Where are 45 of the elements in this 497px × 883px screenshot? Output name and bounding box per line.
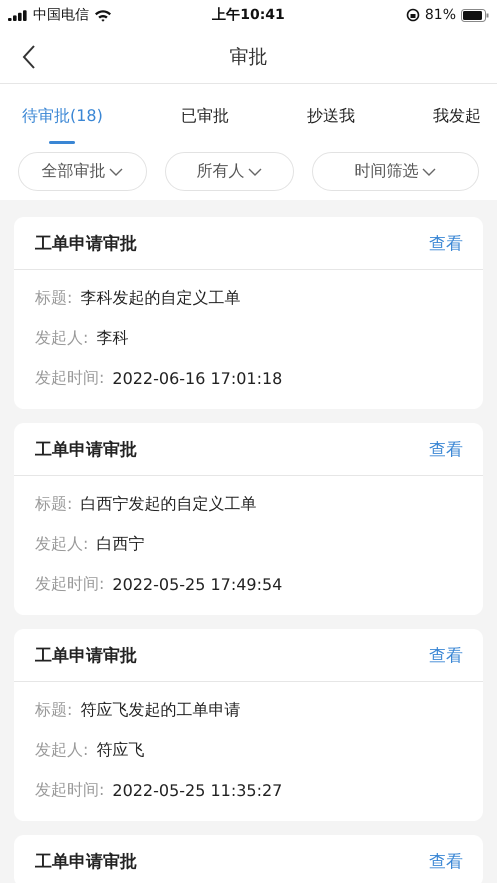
tab[interactable]: 我发起 <box>432 106 481 144</box>
chevron-down-icon <box>109 168 124 176</box>
field-value: 白西宁 <box>96 534 144 554</box>
signal-icon <box>8 10 28 20</box>
rotation-lock-icon <box>406 8 420 22</box>
view-link[interactable]: 查看 <box>429 644 463 666</box>
field-value: 白西宁发起的自定义工单 <box>80 494 256 514</box>
field-value: 2022-06-16 17:01:18 <box>112 368 282 388</box>
clock-time: 上午10:41 <box>212 6 285 24</box>
wifi-icon <box>94 8 112 22</box>
field-label: 标题: <box>35 700 72 720</box>
field-value: 李科 <box>96 328 128 348</box>
field-value: 符应飞 <box>96 740 144 760</box>
field-label: 发起人: <box>35 328 88 348</box>
field-value: 2022-05-25 11:35:27 <box>112 780 282 800</box>
card-title: 工单申请审批 <box>35 850 137 872</box>
field-label: 标题: <box>35 288 72 308</box>
tab[interactable]: 抄送我 <box>306 106 355 144</box>
field-label: 发起时间: <box>35 780 104 800</box>
card-title: 工单申请审批 <box>35 438 137 460</box>
back-icon[interactable] <box>22 45 36 69</box>
page-title: 审批 <box>230 44 268 70</box>
filter-dropdown[interactable]: 所有人 <box>164 152 294 191</box>
field-value: 2022-05-25 17:49:54 <box>112 574 282 594</box>
carrier-name: 中国电信 <box>33 6 89 24</box>
view-link[interactable]: 查看 <box>429 850 463 872</box>
card-title: 工单申请审批 <box>35 232 137 254</box>
chevron-down-icon <box>422 168 436 176</box>
battery-icon <box>461 8 490 22</box>
view-link[interactable]: 查看 <box>429 232 463 254</box>
tab[interactable]: 待审批(18) <box>22 106 103 144</box>
field-label: 发起人: <box>35 740 88 760</box>
field-label: 发起时间: <box>35 368 104 388</box>
field-label: 发起人: <box>35 534 88 554</box>
chevron-down-icon <box>248 168 262 176</box>
filter-dropdown[interactable]: 全部审批 <box>18 152 147 191</box>
field-label: 标题: <box>35 494 72 514</box>
field-value: 符应飞发起的工单申请 <box>80 700 240 720</box>
filter-dropdown[interactable]: 时间筛选 <box>312 152 480 191</box>
battery-percent: 81% <box>424 7 456 23</box>
view-link[interactable]: 查看 <box>429 438 463 460</box>
tab[interactable]: 已审批 <box>180 106 229 144</box>
field-value: 李科发起的自定义工单 <box>80 288 240 308</box>
card-title: 工单申请审批 <box>35 644 137 666</box>
field-label: 发起时间: <box>35 574 104 594</box>
